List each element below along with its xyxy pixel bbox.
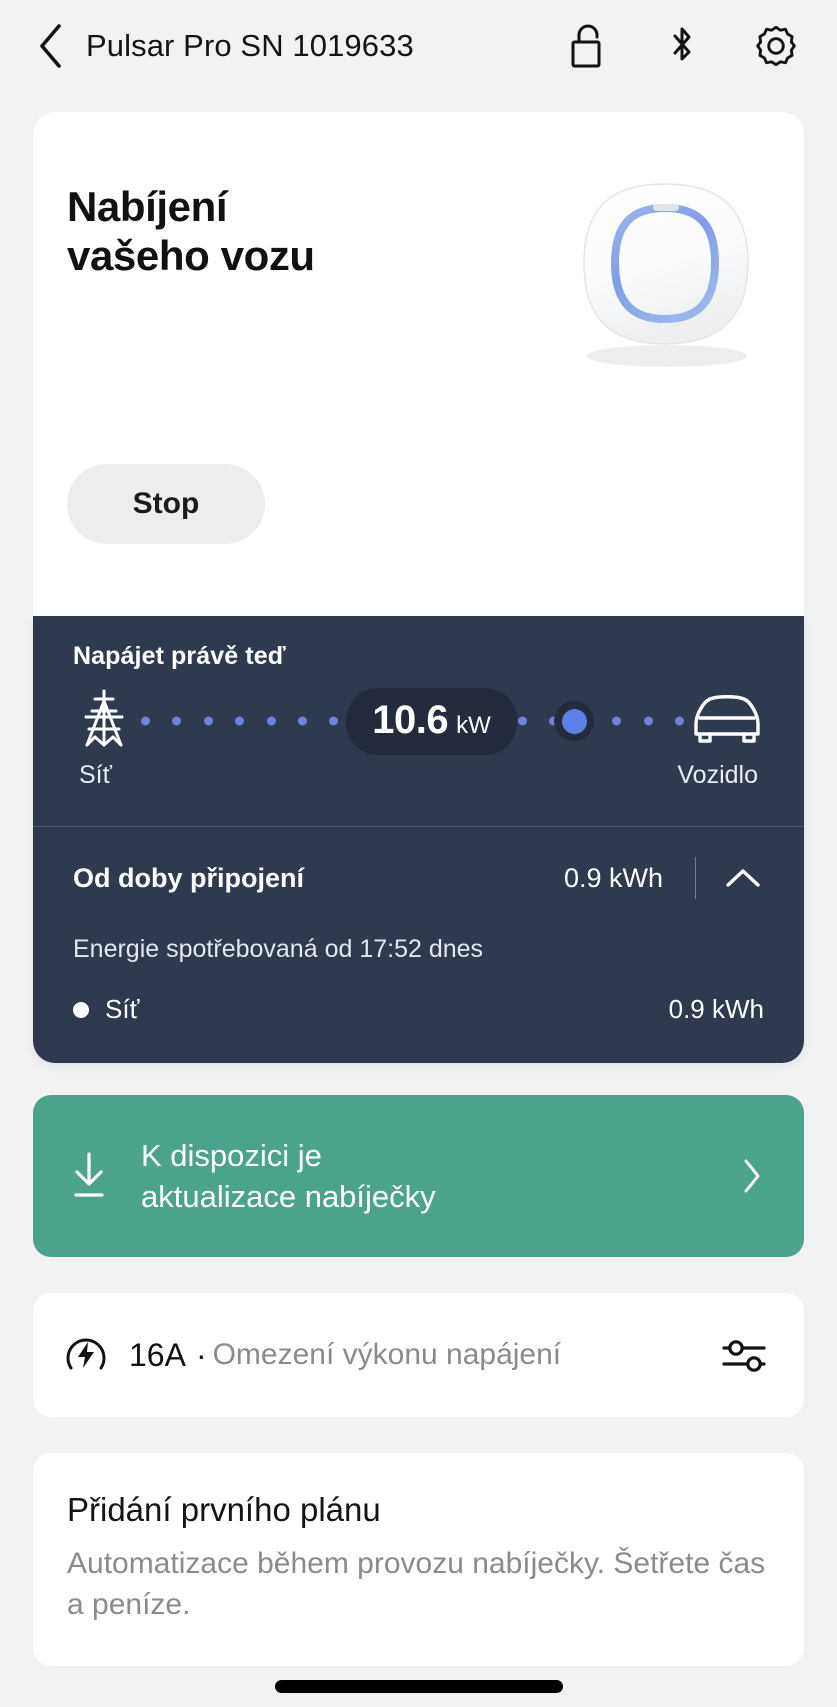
power-limit-card[interactable]: 16A · Omezení výkonu napájení bbox=[33, 1293, 804, 1417]
session-energy-value: 0.9 kWh bbox=[564, 863, 663, 894]
flow-endpoint-labels: Síť Vozidlo bbox=[73, 761, 764, 790]
power-now-label: Napájet právě teď bbox=[73, 642, 764, 671]
main-content: Nabíjení vašeho vozu bbox=[0, 92, 837, 1666]
firmware-update-banner[interactable]: K dispozici je aktualizace nabíječky bbox=[33, 1095, 804, 1257]
power-unit: kW bbox=[456, 712, 491, 740]
flow-animated-dot bbox=[554, 701, 594, 741]
header-actions bbox=[565, 23, 807, 69]
bolt-gauge-icon bbox=[63, 1332, 109, 1378]
back-button[interactable] bbox=[28, 20, 72, 72]
bluetooth-button[interactable] bbox=[659, 23, 705, 69]
energy-source-value: 0.9 kWh bbox=[669, 994, 764, 1025]
firmware-update-line2: aktualizace nabíječky bbox=[141, 1176, 734, 1217]
power-value: 10.6 bbox=[372, 698, 448, 743]
energy-source-label: Síť bbox=[105, 994, 669, 1025]
energy-flow-track: 10.6 kW bbox=[135, 689, 690, 753]
page-title: Pulsar Pro SN 1019633 bbox=[86, 28, 414, 64]
download-icon bbox=[67, 1150, 111, 1202]
bluetooth-icon bbox=[665, 22, 699, 70]
grid-bullet-icon bbox=[73, 1002, 89, 1018]
gear-icon bbox=[753, 23, 799, 69]
app-screen: Pulsar Pro SN 1019633 bbox=[0, 0, 837, 1707]
unlock-button[interactable] bbox=[565, 23, 611, 69]
firmware-update-chevron[interactable] bbox=[734, 1158, 770, 1194]
firmware-update-text: K dispozici je aktualizace nabíječky bbox=[141, 1135, 734, 1217]
chevron-left-icon bbox=[36, 22, 64, 70]
power-card: Napájet právě teď bbox=[33, 616, 804, 1063]
app-header: Pulsar Pro SN 1019633 bbox=[0, 0, 837, 92]
power-value-pill: 10.6 kW bbox=[346, 688, 517, 755]
energy-source-row: Síť 0.9 kWh bbox=[33, 964, 804, 1059]
car-icon bbox=[690, 690, 764, 753]
power-limit-amps: 16A bbox=[129, 1337, 186, 1374]
flow-target-label: Vozidlo bbox=[677, 761, 758, 790]
charging-status-card: Nabíjení vašeho vozu bbox=[33, 112, 804, 616]
power-now-section: Napájet právě teď bbox=[33, 616, 804, 810]
charging-status-title-line2: vašeho vozu bbox=[67, 231, 315, 280]
settings-button[interactable] bbox=[753, 23, 799, 69]
add-schedule-card[interactable]: Přidání prvního plánu Automatizace během… bbox=[33, 1453, 804, 1666]
session-energy-header[interactable]: Od doby připojení 0.9 kWh bbox=[33, 827, 804, 907]
add-schedule-description: Automatizace během provozu nabíječky. Še… bbox=[67, 1543, 770, 1626]
session-energy-title: Od doby připojení bbox=[73, 863, 564, 894]
firmware-update-line1: K dispozici je bbox=[141, 1135, 734, 1176]
header-divider bbox=[695, 857, 696, 899]
power-limit-description: Omezení výkonu napájení bbox=[213, 1338, 720, 1372]
collapse-energy-button[interactable] bbox=[722, 857, 764, 899]
charging-status-title-line1: Nabíjení bbox=[67, 182, 315, 231]
flow-source-label: Síť bbox=[79, 761, 112, 790]
chevron-right-icon bbox=[741, 1157, 763, 1195]
power-pylon-icon bbox=[73, 687, 135, 756]
chevron-up-icon bbox=[724, 865, 762, 891]
stop-button[interactable]: Stop bbox=[67, 464, 265, 544]
power-limit-separator: · bbox=[196, 1337, 207, 1374]
charging-status-title: Nabíjení vašeho vozu bbox=[67, 182, 315, 280]
home-indicator bbox=[275, 1680, 563, 1693]
pulsar-charger-image bbox=[562, 170, 768, 370]
add-schedule-title: Přidání prvního plánu bbox=[67, 1491, 770, 1529]
session-energy-subtitle: Energie spotřebovaná od 17:52 dnes bbox=[33, 907, 804, 964]
energy-flow-row: 10.6 kW bbox=[73, 689, 764, 753]
unlock-icon bbox=[567, 22, 609, 70]
sliders-icon[interactable] bbox=[720, 1334, 770, 1376]
